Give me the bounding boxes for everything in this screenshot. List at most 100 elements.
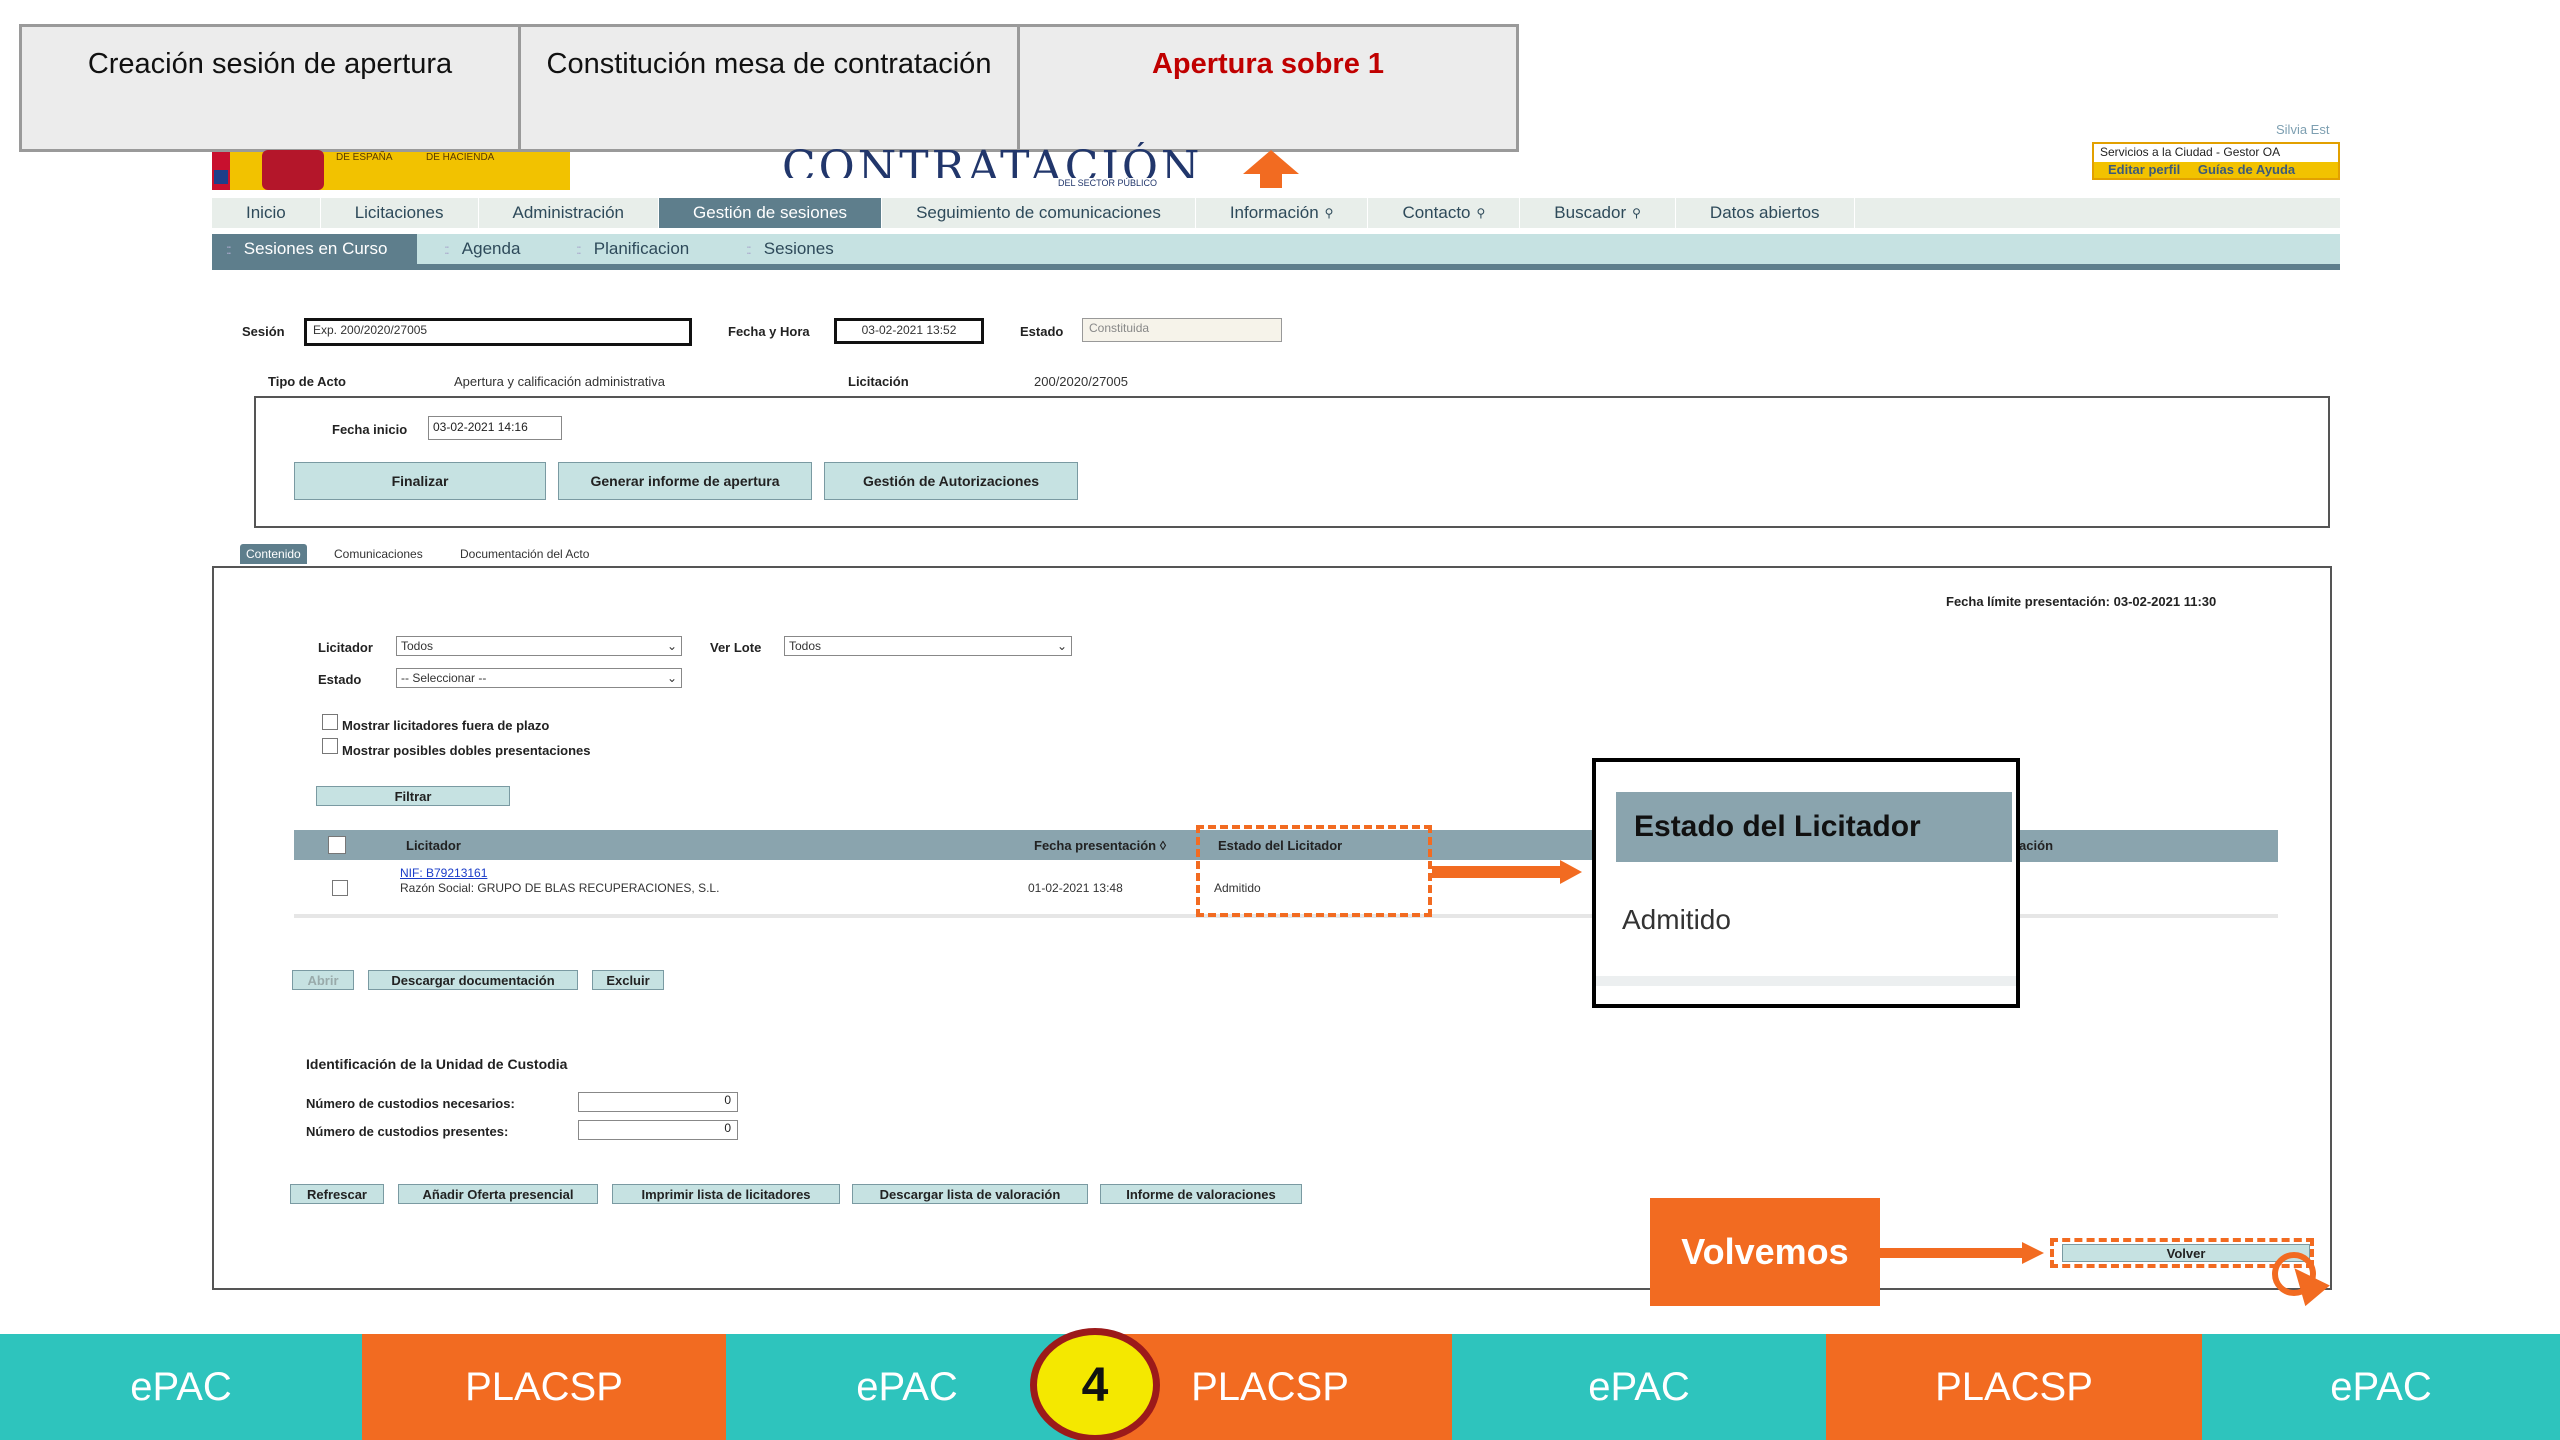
eu-flag-icon: [214, 170, 228, 184]
nav-datos-abiertos[interactable]: Datos abiertos: [1676, 198, 1855, 228]
dobles-label: Mostrar posibles dobles presentaciones: [342, 743, 591, 758]
col-fecha-presentacion[interactable]: Fecha presentación ◊: [1034, 838, 1166, 853]
ver-lote-label: Ver Lote: [710, 640, 762, 655]
callout-arrow: [1432, 866, 1564, 878]
estado-label: Estado: [1020, 324, 1064, 339]
descargar-lista-button[interactable]: Descargar lista de valoración: [852, 1184, 1088, 1204]
estado-highlight: [1196, 825, 1432, 917]
up-arrow-stem: [1260, 172, 1282, 188]
finalizar-button[interactable]: Finalizar: [294, 462, 546, 500]
nif-link[interactable]: NIF: B79213161: [400, 866, 487, 880]
licitador-select[interactable]: Todos ⌄: [396, 636, 682, 656]
fecha-inicio-field[interactable]: 03-02-2021 14:16: [428, 416, 562, 440]
custodios-necesarios-label: Número de custodios necesarios:: [306, 1096, 515, 1111]
col-fecha-presentacion-label: Fecha presentación: [1034, 838, 1157, 853]
main-nav: Inicio Licitaciones Administración Gesti…: [212, 198, 2340, 228]
custodios-necesarios-input[interactable]: 0: [578, 1092, 738, 1112]
sesion-field[interactable]: Exp. 200/2020/27005: [304, 318, 692, 346]
abrir-button[interactable]: Abrir: [292, 970, 354, 990]
band-epac-1: ePAC: [0, 1334, 362, 1440]
fecha-hora-field[interactable]: 03-02-2021 13:52: [834, 318, 984, 344]
band-epac-4: ePAC: [2202, 1334, 2560, 1440]
coat-of-arms-icon: [262, 150, 324, 190]
volvemos-callout: Volvemos: [1650, 1198, 1880, 1306]
subnav-planificacion-label: Planificacion: [593, 239, 690, 258]
arrow-right-icon: [1560, 860, 1582, 884]
subnav-sesiones-label: Sesiones: [763, 239, 834, 258]
refrescar-button[interactable]: Refrescar: [290, 1184, 384, 1204]
row-checkbox[interactable]: [332, 880, 348, 896]
nav-contacto[interactable]: Contacto ⚲: [1368, 198, 1521, 228]
logo-subtitle: DEL SECTOR PÚBLICO: [1058, 178, 1158, 188]
volvemos-arrow: [1880, 1248, 2026, 1258]
sesion-label: Sesión: [242, 324, 285, 339]
edit-profile-link[interactable]: Editar perfil: [2108, 162, 2180, 177]
licitador-filter-label: Licitador: [318, 640, 373, 655]
excluir-button[interactable]: Excluir: [592, 970, 664, 990]
custodios-presentes-label: Número de custodios presentes:: [306, 1124, 509, 1139]
search-icon: ⚲: [1324, 206, 1334, 220]
select-all-checkbox[interactable]: [328, 836, 346, 854]
nav-administracion[interactable]: Administración: [479, 198, 660, 228]
licitador-select-value: Todos: [401, 639, 434, 653]
band-epac-3: ePAC: [1452, 1334, 1826, 1440]
nav-informacion[interactable]: Información ⚲: [1196, 198, 1369, 228]
custodia-title: Identificación de la Unidad de Custodia: [306, 1056, 568, 1072]
custodios-presentes-input[interactable]: 0: [578, 1120, 738, 1140]
fecha-presentacion-value: 01-02-2021 13:48: [1028, 881, 1123, 895]
ver-lote-select-value: Todos: [789, 639, 822, 653]
filtrar-button[interactable]: Filtrar: [316, 786, 510, 806]
fuera-plazo-checkbox[interactable]: [322, 714, 338, 730]
imprimir-lista-button[interactable]: Imprimir lista de licitadores: [612, 1184, 840, 1204]
subnav-sesiones[interactable]: :: Sesiones: [746, 234, 834, 264]
subnav-planificacion[interactable]: :: Planificacion: [576, 234, 689, 264]
band-placsp-1: PLACSP: [362, 1334, 726, 1440]
estado-filter-label: Estado: [318, 672, 362, 687]
nav-inicio[interactable]: Inicio: [212, 198, 321, 228]
help-guides-link[interactable]: Guías de Ayuda: [2198, 162, 2295, 177]
up-arrow-icon: [1243, 150, 1299, 174]
arrow-right-icon: [2022, 1242, 2044, 1264]
informe-valoraciones-button[interactable]: Informe de valoraciones: [1100, 1184, 1302, 1204]
subnav-sesiones-curso[interactable]: :: Sesiones en Curso: [212, 234, 418, 264]
step-constitucion: Constitución mesa de contratación: [521, 27, 1020, 149]
estado-select[interactable]: -- Seleccionar -- ⌄: [396, 668, 682, 688]
ministry-text-right: DE HACIENDA: [426, 152, 495, 163]
tab-comunicaciones[interactable]: Comunicaciones: [334, 547, 423, 561]
ver-lote-select[interactable]: Todos ⌄: [784, 636, 1072, 656]
process-band: ePAC PLACSP ePAC PLACSP ePAC PLACSP ePAC: [0, 1334, 2560, 1440]
nav-seguimiento[interactable]: Seguimiento de comunicaciones: [882, 198, 1196, 228]
subnav-agenda[interactable]: :: Agenda: [444, 234, 520, 264]
grip-icon: ::: [576, 241, 582, 257]
tipo-acto-label: Tipo de Acto: [268, 374, 346, 389]
estado-field: Constituida: [1082, 318, 1282, 342]
col-licitador[interactable]: Licitador: [406, 838, 461, 853]
step-number-badge: 4: [1030, 1328, 1160, 1440]
generar-informe-button[interactable]: Generar informe de apertura: [558, 462, 812, 500]
step-tabs: Creación sesión de apertura Constitución…: [19, 24, 1519, 152]
search-icon: ⚲: [1476, 206, 1486, 220]
nav-informacion-label: Información: [1229, 203, 1319, 222]
grip-icon: ::: [444, 241, 450, 257]
user-role: Servicios a la Ciudad - Gestor OA: [2100, 145, 2281, 159]
zoom-header: Estado del Licitador: [1634, 810, 1921, 843]
nav-licitaciones[interactable]: Licitaciones: [321, 198, 479, 228]
nav-gestion-sesiones[interactable]: Gestión de sesiones: [659, 198, 883, 228]
search-icon: ⚲: [1632, 206, 1641, 220]
anadir-oferta-button[interactable]: Añadir Oferta presencial: [398, 1184, 598, 1204]
tab-contenido[interactable]: Contenido: [240, 544, 307, 564]
sort-icon: ◊: [1159, 838, 1167, 853]
descargar-documentacion-button[interactable]: Descargar documentación: [368, 970, 578, 990]
nav-buscador[interactable]: Buscador ⚲: [1520, 198, 1676, 228]
subnav-sesiones-curso-label: Sesiones en Curso: [243, 239, 388, 258]
step-apertura: Apertura sobre 1: [1151, 47, 1385, 80]
subnav-agenda-label: Agenda: [461, 239, 521, 258]
contratacion-logo: CONTRATACIÓN: [782, 142, 1203, 178]
estado-select-value: -- Seleccionar --: [401, 671, 487, 685]
tab-documentacion[interactable]: Documentación del Acto: [460, 547, 589, 561]
fecha-hora-label: Fecha y Hora: [728, 324, 810, 339]
gestion-autorizaciones-button[interactable]: Gestión de Autorizaciones: [824, 462, 1078, 500]
dobles-checkbox[interactable]: [322, 738, 338, 754]
nav-buscador-label: Buscador: [1554, 203, 1627, 222]
ministry-text-left: DE ESPAÑA: [336, 152, 393, 163]
